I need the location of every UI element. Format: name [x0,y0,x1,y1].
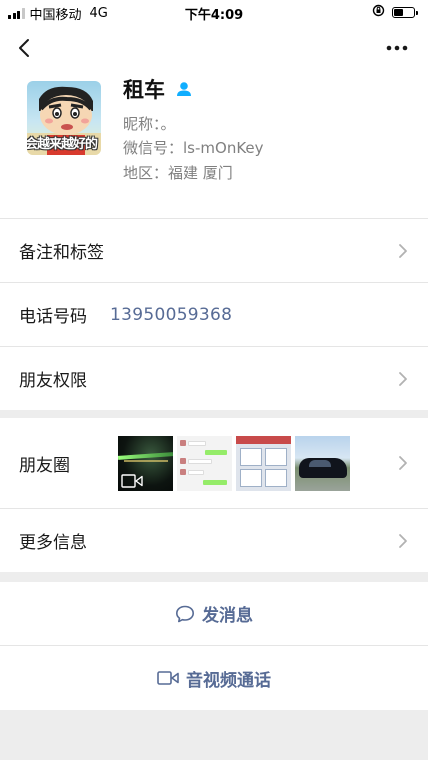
more-button[interactable] [384,38,410,58]
signal-icon [8,8,25,19]
phone-row: 电话号码 13950059368 [0,282,428,346]
chevron-right-icon [399,533,407,548]
contact-settings-group: 备注和标签 电话号码 13950059368 朋友权限 [0,218,428,410]
ellipsis-icon [386,45,408,51]
avatar[interactable]: 会越来越好的 [27,81,101,155]
moments-label: 朋友圈 [19,455,70,476]
profile-header: 会越来越好的 租车 昵称：。 微信号：ls-mOnKey 地区：福建 厦门 [0,24,428,218]
phone-label: 电话号码 [19,307,87,327]
send-message-label: 发消息 [202,606,253,626]
friend-permissions-label: 朋友权限 [19,371,87,391]
chevron-right-icon [399,243,407,258]
status-bar: 中国移动 4G 下午4:09 [0,0,428,24]
network-type: 4G [89,6,108,21]
video-call-label: 音视频通话 [186,670,271,691]
moments-thumbnail [236,435,291,491]
contact-name: 租车 [123,78,165,102]
avatar-caption: 会越来越好的 [27,137,98,152]
moments-thumbnail [295,435,350,491]
region: 地区：福建 厦门 [123,164,233,182]
video-icon [121,473,143,488]
battery-icon [392,7,418,18]
remarks-tags-label: 备注和标签 [19,243,104,263]
chevron-right-icon [399,456,407,470]
action-buttons: 发消息 音视频通话 [0,582,428,710]
nickname: 昵称：。 [123,115,176,133]
moments-thumbnails [118,435,350,491]
chevron-left-icon [19,39,29,57]
chat-bubble-icon [176,605,194,622]
back-button[interactable] [12,35,36,61]
friend-permissions-row[interactable]: 朋友权限 [0,346,428,410]
moments-group: 朋友圈 更多信息 [0,418,428,572]
wechat-id: 微信号：ls-mOnKey [123,139,264,157]
remarks-tags-row[interactable]: 备注和标签 [0,218,428,282]
carrier-name: 中国移动 [29,8,82,23]
phone-number-link[interactable]: 13950059368 [110,305,232,325]
chevron-right-icon [399,371,407,386]
more-info-row[interactable]: 更多信息 [0,508,428,572]
more-info-label: 更多信息 [19,533,87,553]
send-message-button[interactable]: 发消息 [0,582,428,646]
moments-thumbnail [177,435,232,491]
video-call-button[interactable]: 音视频通话 [0,646,428,710]
moments-thumbnail [118,435,173,491]
moments-row[interactable]: 朋友圈 [0,418,428,508]
video-camera-icon [157,671,179,685]
person-icon [175,80,193,98]
orientation-lock-icon [372,4,385,21]
